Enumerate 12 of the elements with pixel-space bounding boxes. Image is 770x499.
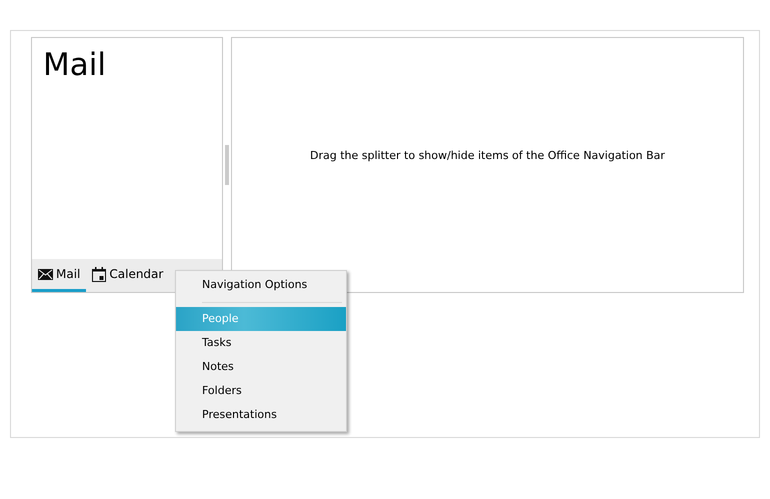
calendar-icon bbox=[92, 266, 106, 282]
nav-tab[interactable]: Calendar bbox=[86, 259, 170, 292]
menu-header[interactable]: Navigation Options bbox=[176, 275, 346, 300]
content-message: Drag the splitter to show/hide items of the Office Navigation Bar bbox=[310, 148, 665, 164]
nav-tab[interactable]: Mail bbox=[32, 259, 86, 292]
pane-title: Mail bbox=[42, 46, 107, 82]
splitter-handle[interactable] bbox=[225, 145, 229, 185]
menu-item[interactable]: Presentations bbox=[176, 402, 346, 426]
menu-item[interactable]: Notes bbox=[176, 354, 346, 378]
menu-item[interactable]: Tasks bbox=[176, 330, 346, 354]
envelope-icon bbox=[38, 268, 53, 280]
menu-item[interactable]: Folders bbox=[176, 378, 346, 402]
